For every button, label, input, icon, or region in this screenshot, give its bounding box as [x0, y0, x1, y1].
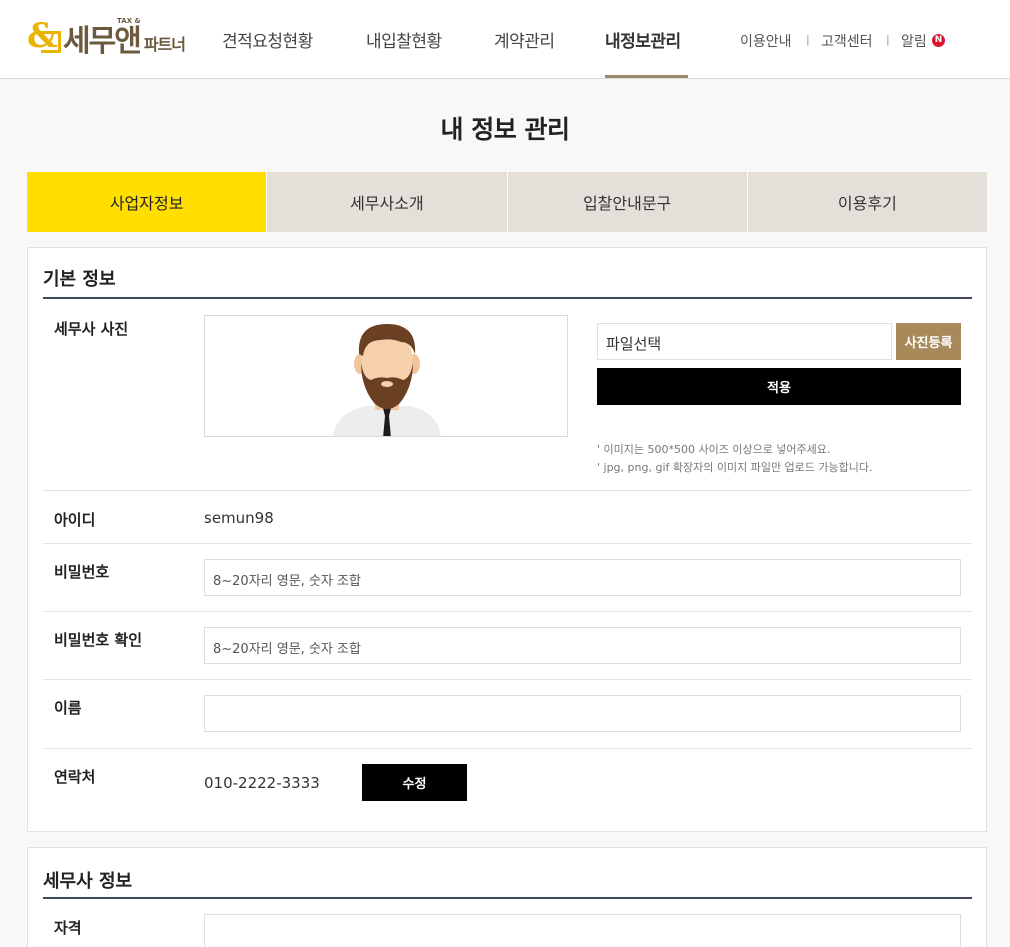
qualification-field[interactable] — [204, 914, 961, 947]
logo-text: 세무앤 — [63, 24, 142, 59]
top-header: & 세무앤 TAX & 파트너 견적요청현황 내입찰현황 계약관리 내정보관리 … — [0, 0, 1010, 79]
contact-value: 010-2222-3333 — [204, 774, 320, 792]
logo-subtitle: 파트너 — [143, 35, 186, 54]
id-label: 아이디 — [54, 511, 96, 529]
row-divider — [43, 679, 972, 680]
tax-info-title: 세무사 정보 — [43, 871, 133, 892]
tax-info-card: 세무사 정보 자격 — [27, 847, 987, 947]
row-divider — [43, 611, 972, 612]
name-label: 이름 — [54, 699, 82, 717]
id-value: semun98 — [204, 509, 274, 527]
page-title: 내 정보 관리 — [440, 115, 570, 144]
row-divider — [43, 543, 972, 544]
profile-photo — [204, 315, 568, 437]
tab-business-info[interactable]: 사업자정보 — [27, 172, 267, 232]
util-support-link[interactable]: 고객센터 — [821, 31, 873, 51]
password-field[interactable]: 8~20자리 영문, 숫자 조합 — [204, 559, 961, 596]
tab-accountant-intro[interactable]: 세무사소개 — [266, 172, 507, 232]
contact-label: 연락처 — [54, 768, 96, 786]
nav-my-info[interactable]: 내정보관리 — [605, 27, 681, 52]
qualification-label: 자격 — [54, 919, 82, 937]
name-field[interactable] — [204, 695, 961, 732]
active-nav-underline — [605, 75, 688, 78]
nav-contracts[interactable]: 계약관리 — [494, 27, 555, 52]
photo-register-button[interactable]: 사진등록 — [896, 323, 961, 360]
tab-reviews[interactable]: 이용후기 — [746, 172, 987, 232]
password-label: 비밀번호 — [54, 563, 110, 581]
password-confirm-label: 비밀번호 확인 — [54, 631, 143, 649]
util-alerts-link[interactable]: 알림 — [901, 31, 927, 51]
photo-format-note: ' jpg, png, gif 확장자의 이미지 파일만 업로드 가능합니다. — [597, 461, 873, 474]
util-separator: | — [806, 33, 810, 46]
basic-info-card: 기본 정보 세무사 사진 파일선택 사진등록 적용 ' 이미지는 500*500… — [27, 247, 987, 832]
avatar-icon — [333, 324, 441, 436]
section-divider — [43, 297, 972, 299]
section-divider — [43, 897, 972, 899]
photo-label: 세무사 사진 — [54, 320, 129, 338]
new-alert-badge: N — [932, 34, 945, 47]
logo-tax-label: TAX & — [117, 17, 141, 25]
basic-info-title: 기본 정보 — [43, 269, 116, 290]
logo-ampersand-icon: & — [27, 19, 61, 57]
util-guide-link[interactable]: 이용안내 — [740, 31, 792, 51]
photo-file-input[interactable]: 파일선택 — [597, 323, 892, 360]
photo-size-note: ' 이미지는 500*500 사이즈 이상으로 넣어주세요. — [597, 443, 831, 456]
row-divider — [43, 490, 972, 491]
password-confirm-field[interactable]: 8~20자리 영문, 숫자 조합 — [204, 627, 961, 664]
util-separator: | — [886, 33, 890, 46]
nav-my-bids[interactable]: 내입찰현황 — [366, 27, 442, 52]
logo[interactable]: & 세무앤 TAX & 파트너 — [27, 17, 186, 59]
photo-apply-button[interactable]: 적용 — [597, 368, 961, 405]
info-tabs: 사업자정보 세무사소개 입찰안내문구 이용후기 — [27, 172, 987, 232]
tab-bid-guide-text[interactable]: 입찰안내문구 — [506, 172, 747, 232]
nav-quote-requests[interactable]: 견적요청현황 — [222, 27, 313, 52]
row-divider — [43, 748, 972, 749]
contact-edit-button[interactable]: 수정 — [362, 764, 467, 801]
